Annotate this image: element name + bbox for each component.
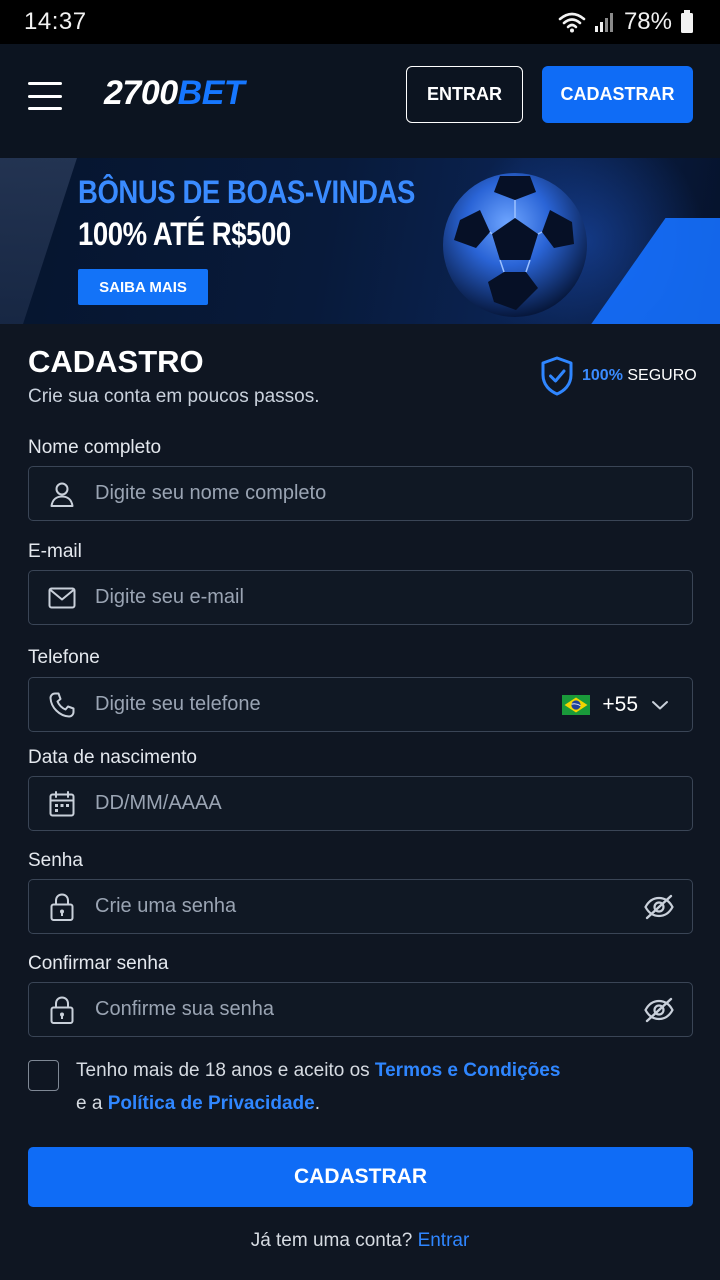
soccer-ball-icon [443,173,587,317]
country-code: +55 [602,692,638,716]
toggle-confirm-password-visibility[interactable] [626,983,692,1036]
user-icon [29,466,95,521]
form-subtitle: Crie sua conta em poucos passos. [28,386,320,407]
battery-icon [681,10,693,33]
signal-icon [594,13,613,32]
login-link[interactable]: Entrar [418,1230,470,1251]
mail-icon [29,570,95,625]
banner-offer: 100% ATÉ R$500 [78,216,291,252]
register-header-button[interactable]: CADASTRAR [542,66,693,123]
lock-icon [29,879,95,934]
wifi-icon [558,12,586,33]
birthdate-field [28,776,693,831]
password-label: Senha [28,850,83,871]
app-header: 2700 BET ENTRAR CADASTRAR [0,44,720,158]
terms-link[interactable]: Termos e Condições [375,1060,560,1081]
status-bar: 14:37 78% [0,0,720,44]
toggle-password-visibility[interactable] [626,880,692,933]
lock-icon [29,982,95,1037]
birthdate-input[interactable] [95,777,692,830]
eye-off-icon [644,997,674,1022]
name-input[interactable] [95,467,692,520]
eye-off-icon [644,894,674,919]
brand-logo[interactable]: 2700 BET [104,74,245,114]
phone-field: +55 [28,677,693,732]
email-input[interactable] [95,571,692,624]
learn-more-button[interactable]: SAIBA MAIS [78,269,208,305]
password-input[interactable] [95,880,626,933]
shield-check-icon [541,356,573,396]
confirm-password-label: Confirmar senha [28,953,169,974]
name-field [28,466,693,521]
country-code-select[interactable]: +55 [562,693,692,717]
login-prompt: Já tem uma conta? Entrar [250,1230,470,1251]
form-title: CADASTRO [28,344,204,379]
banner-stripe-left [0,158,77,324]
secure-text: 100% SEGURO [582,367,697,384]
status-icons: 78% [558,8,694,36]
hamburger-menu-icon[interactable] [28,82,62,110]
phone-label: Telefone [28,647,100,668]
phone-input[interactable] [95,678,563,731]
terms-text-line1: Tenho mais de 18 anos e aceito os Termos… [76,1060,561,1081]
birthdate-label: Data de nascimento [28,747,197,768]
calendar-icon [29,776,95,831]
logo-bet: BET [177,74,245,112]
email-label: E-mail [28,541,82,562]
battery-percent: 78% [623,8,672,35]
confirm-password-input[interactable] [95,983,626,1036]
password-field [28,879,693,934]
status-time: 14:37 [24,8,87,35]
promo-banner[interactable]: BÔNUS DE BOAS-VINDAS 100% ATÉ R$500 SAIB… [0,158,720,324]
register-submit-button[interactable]: CADASTRAR [28,1147,693,1207]
brazil-flag-icon [562,694,591,715]
email-field [28,570,693,625]
privacy-policy-link[interactable]: Política de Privacidade [108,1093,315,1114]
secure-badge: 100% SEGURO [540,356,697,396]
name-label: Nome completo [28,437,162,458]
banner-headline: BÔNUS DE BOAS-VINDAS [78,174,415,210]
logo-number: 2700 [104,74,178,112]
terms-checkbox[interactable] [28,1060,59,1091]
login-button[interactable]: ENTRAR [406,66,523,123]
terms-text-line2: e a Política de Privacidade. [76,1093,320,1114]
chevron-down-icon [652,700,668,709]
confirm-password-field [28,982,693,1037]
phone-icon [29,677,95,732]
